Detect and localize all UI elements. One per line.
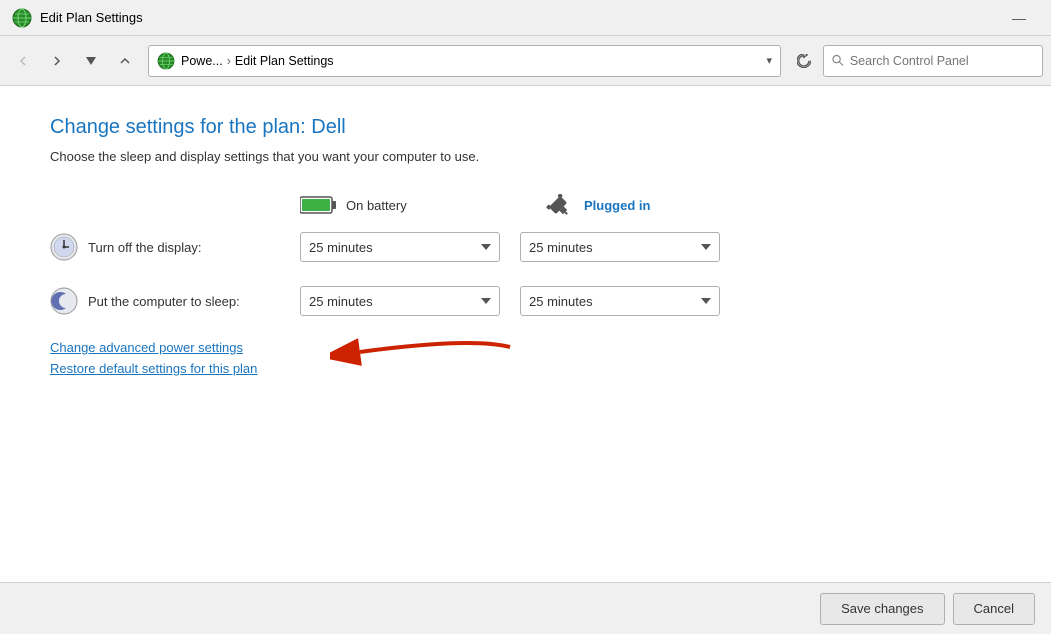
save-changes-button[interactable]: Save changes [820, 593, 944, 625]
address-parent: Powe... [181, 54, 223, 68]
forward-button[interactable] [42, 46, 72, 76]
battery-icon [300, 194, 338, 216]
nav-bar: Powe... › Edit Plan Settings ▾ [0, 36, 1051, 86]
search-input[interactable] [850, 54, 1034, 68]
battery-label: On battery [346, 198, 407, 213]
plugged-label: Plugged in [584, 198, 650, 213]
page-title: Change settings for the plan: Dell [50, 116, 1001, 139]
column-headers: On battery Plugged in [300, 194, 1001, 216]
dropdown-button[interactable] [76, 46, 106, 76]
display-battery-select[interactable]: 25 minutes 1 minute 2 minutes 5 minutes … [300, 232, 500, 262]
address-bar[interactable]: Powe... › Edit Plan Settings ▾ [148, 45, 781, 77]
main-content: Change settings for the plan: Dell Choos… [0, 86, 1051, 582]
window-icon [12, 8, 32, 28]
advanced-settings-link[interactable]: Change advanced power settings [50, 340, 243, 355]
plugged-column-header: Plugged in [540, 194, 760, 216]
settings-section: Turn off the display: 25 minutes 1 minut… [50, 232, 1001, 316]
sleep-battery-select[interactable]: 25 minutes 1 minute 2 minutes 5 minutes … [300, 286, 500, 316]
links-section: Change advanced power settings Restore d… [50, 340, 1001, 376]
address-dropdown-icon[interactable]: ▾ [766, 54, 772, 67]
sleep-setting-row: Put the computer to sleep: 25 minutes 1 … [50, 286, 1001, 316]
address-separator: › [227, 54, 231, 68]
display-setting-row: Turn off the display: 25 minutes 1 minut… [50, 232, 1001, 262]
display-dropdowns: 25 minutes 1 minute 2 minutes 5 minutes … [300, 232, 720, 262]
address-globe-icon [157, 52, 175, 70]
address-current: Edit Plan Settings [235, 54, 334, 68]
up-button[interactable] [110, 46, 140, 76]
cancel-button[interactable]: Cancel [953, 593, 1035, 625]
restore-defaults-link[interactable]: Restore default settings for this plan [50, 361, 1001, 376]
display-setting-label: Turn off the display: [50, 233, 300, 261]
sleep-dropdowns: 25 minutes 1 minute 2 minutes 5 minutes … [300, 286, 720, 316]
sleep-setting-label: Put the computer to sleep: [50, 287, 300, 315]
plug-icon [540, 194, 576, 216]
search-box[interactable] [823, 45, 1043, 77]
minimize-button[interactable]: — [999, 4, 1039, 32]
display-plugged-select[interactable]: 25 minutes 1 minute 2 minutes 5 minutes … [520, 232, 720, 262]
back-button[interactable] [8, 46, 38, 76]
display-label-text: Turn off the display: [88, 240, 201, 255]
search-icon [832, 54, 844, 67]
sleep-icon [50, 287, 78, 315]
window-title: Edit Plan Settings [40, 10, 143, 25]
sleep-label-text: Put the computer to sleep: [88, 294, 240, 309]
window-controls: — [999, 4, 1039, 32]
refresh-button[interactable] [789, 46, 819, 76]
display-icon [50, 233, 78, 261]
title-bar: Edit Plan Settings — [0, 0, 1051, 36]
sleep-plugged-select[interactable]: 25 minutes 1 minute 2 minutes 5 minutes … [520, 286, 720, 316]
address-path: Powe... › Edit Plan Settings [181, 54, 760, 68]
page-subtitle: Choose the sleep and display settings th… [50, 149, 1001, 164]
battery-column-header: On battery [300, 194, 520, 216]
bottom-bar: Save changes Cancel [0, 582, 1051, 634]
